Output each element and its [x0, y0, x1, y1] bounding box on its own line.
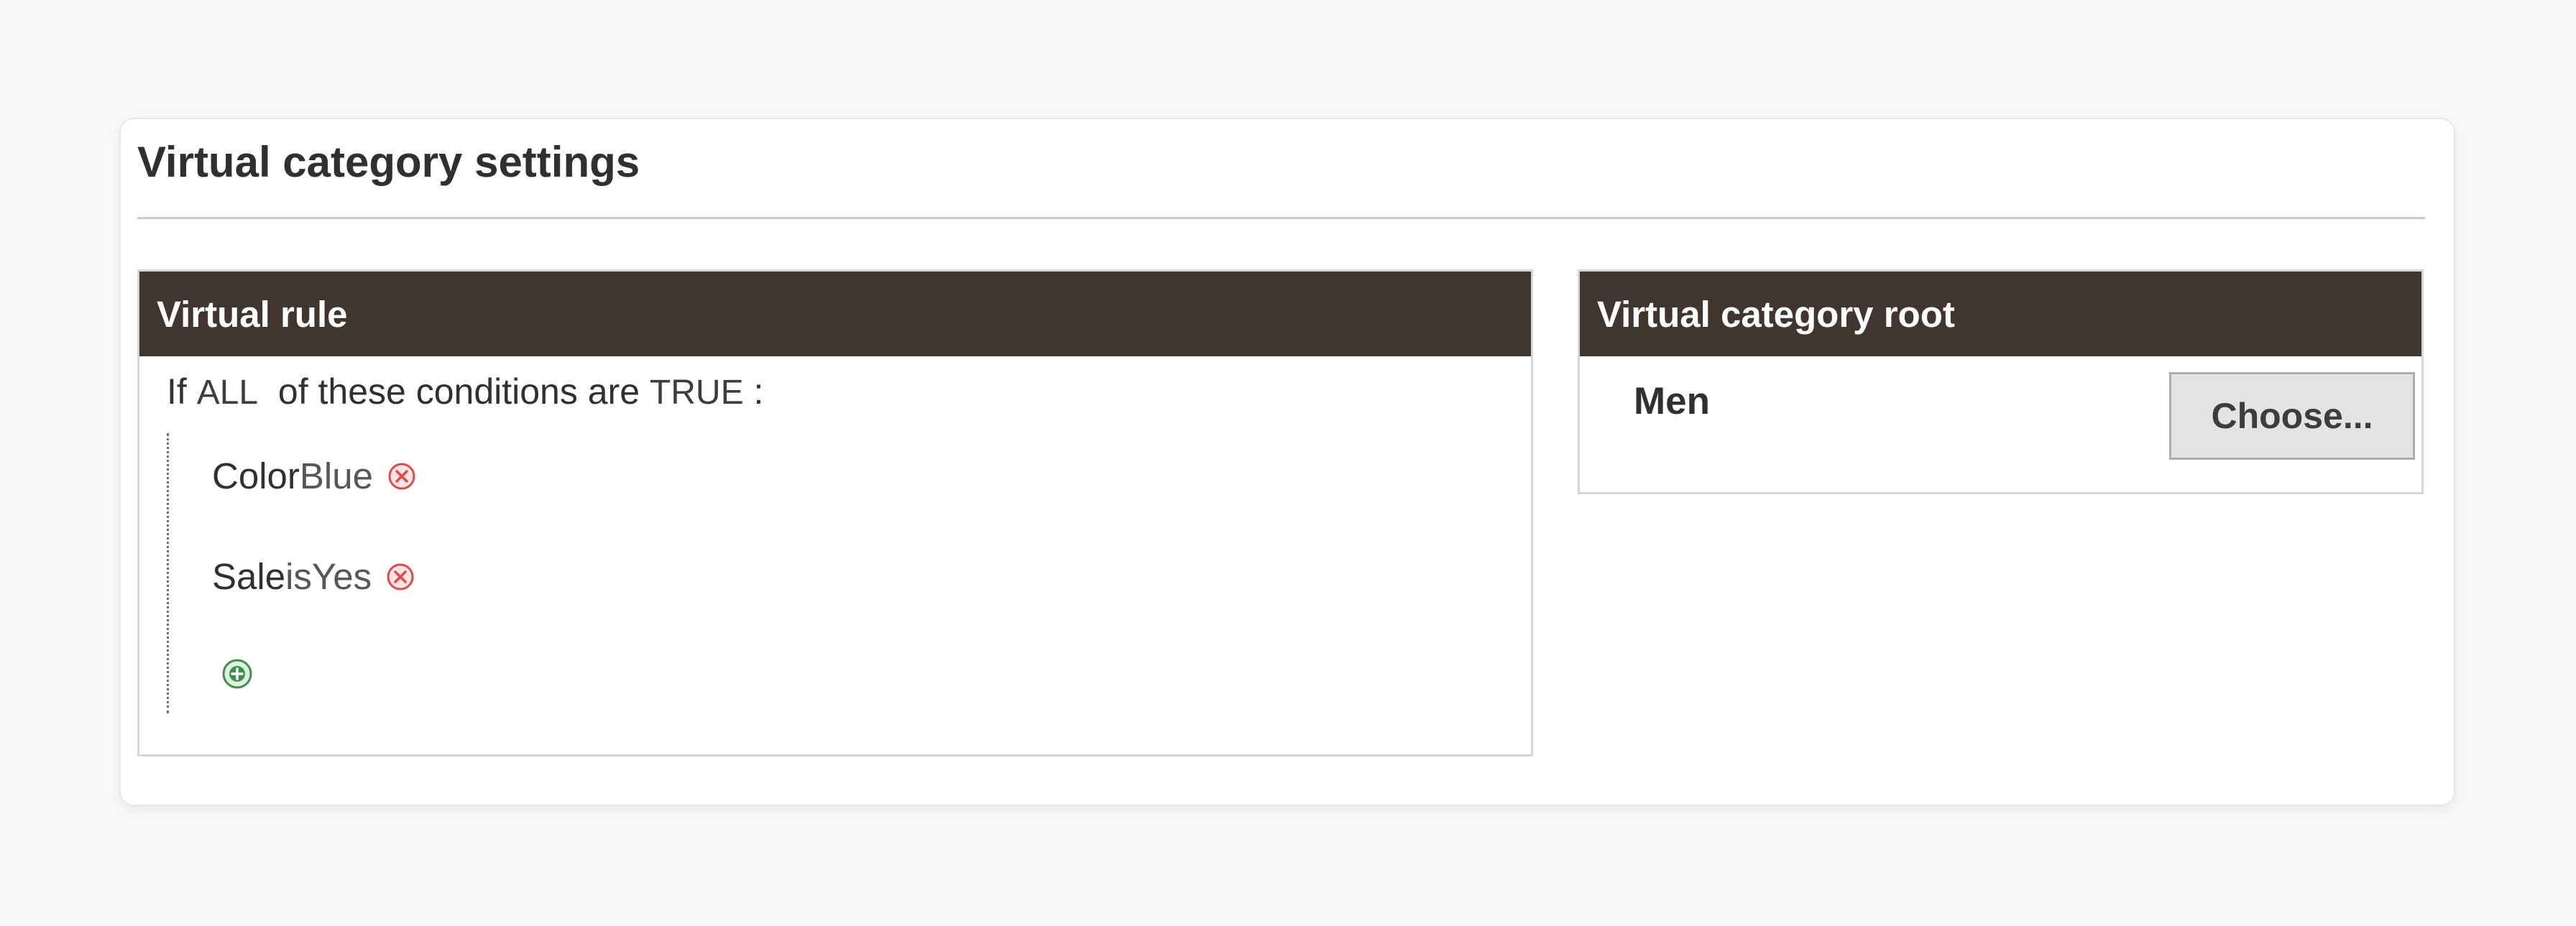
- virtual-category-root-header: Virtual category root: [1580, 272, 2421, 356]
- rule-intro-suffix: :: [753, 371, 764, 412]
- add-circle-icon[interactable]: [221, 657, 254, 690]
- condition-value[interactable]: Blue: [300, 455, 373, 497]
- virtual-category-settings-card: Virtual category settings Virtual rule I…: [119, 118, 2455, 806]
- condition-attribute[interactable]: Color: [212, 455, 300, 497]
- condition-attribute[interactable]: Sale: [212, 555, 285, 598]
- virtual-rule-panel: Virtual rule If ALL of these conditions …: [137, 269, 1533, 756]
- remove-circle-icon[interactable]: [386, 562, 415, 591]
- condition-row: Sale is Yes: [212, 555, 415, 598]
- remove-circle-icon[interactable]: [387, 462, 416, 491]
- condition-row: Color Blue: [212, 455, 416, 497]
- root-category-value: Men: [1634, 380, 1710, 422]
- rule-intro-middle: of these conditions are: [277, 371, 640, 412]
- choose-button[interactable]: Choose...: [2169, 372, 2415, 460]
- virtual-category-root-panel: Virtual category root Men Choose...: [1578, 269, 2424, 494]
- title-divider: [137, 217, 2425, 219]
- aggregator-selector[interactable]: ALL: [197, 374, 258, 412]
- conditions-tree: Color Blue Sale is Yes: [167, 433, 1463, 713]
- section-title: Virtual category settings: [137, 138, 640, 186]
- rule-intro-prefix: If: [167, 371, 187, 412]
- condition-operator[interactable]: is: [285, 555, 312, 598]
- value-selector[interactable]: TRUE: [650, 374, 744, 412]
- condition-value[interactable]: Yes: [312, 555, 372, 598]
- virtual-rule-header: Virtual rule: [139, 272, 1531, 356]
- rule-intro: If ALL of these conditions are TRUE :: [167, 371, 763, 412]
